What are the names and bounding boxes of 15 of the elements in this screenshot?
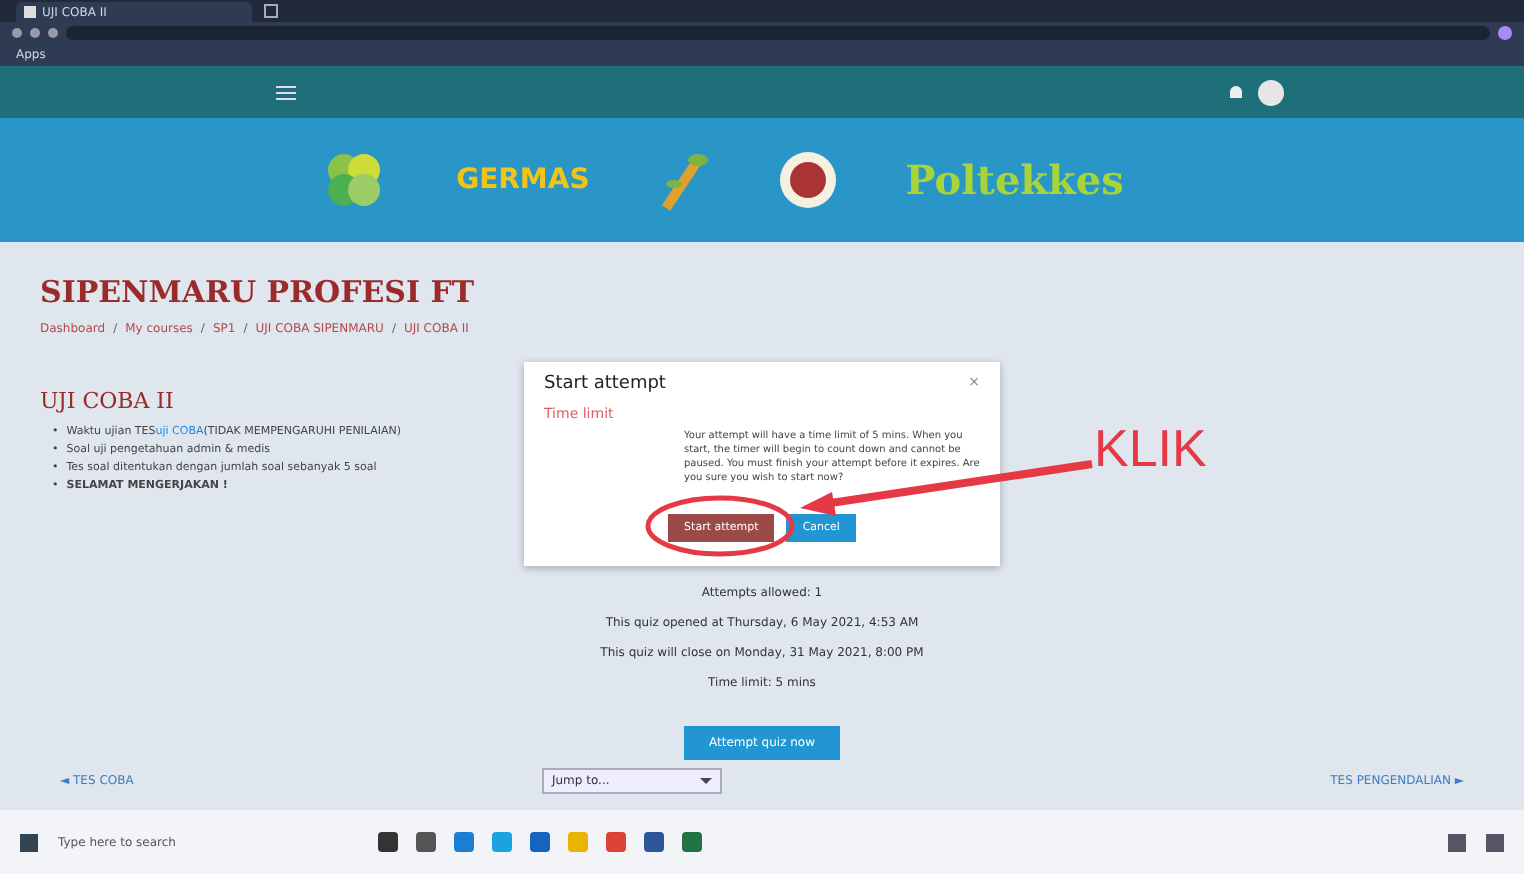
dialog-title: Start attempt — [544, 374, 666, 394]
user-avatar[interactable] — [1258, 79, 1284, 105]
plant-logo-icon — [657, 148, 710, 212]
caret-icon — [699, 778, 712, 784]
logo-text: GERMAS — [456, 164, 590, 196]
bell-icon[interactable] — [1230, 86, 1242, 98]
course-title: SIPENMARU PROFESI FT — [40, 274, 477, 310]
windows-start-icon[interactable] — [20, 833, 38, 851]
seal-logo-icon — [777, 150, 838, 210]
page-icon — [24, 6, 36, 18]
quiz-title: UJI COBA II — [40, 388, 174, 414]
logo-text: Poltekkes — [905, 156, 1124, 204]
menu-icon[interactable] — [276, 85, 296, 99]
annotation-text: KLIK — [1094, 418, 1207, 480]
profile-icon[interactable] — [1498, 26, 1512, 40]
